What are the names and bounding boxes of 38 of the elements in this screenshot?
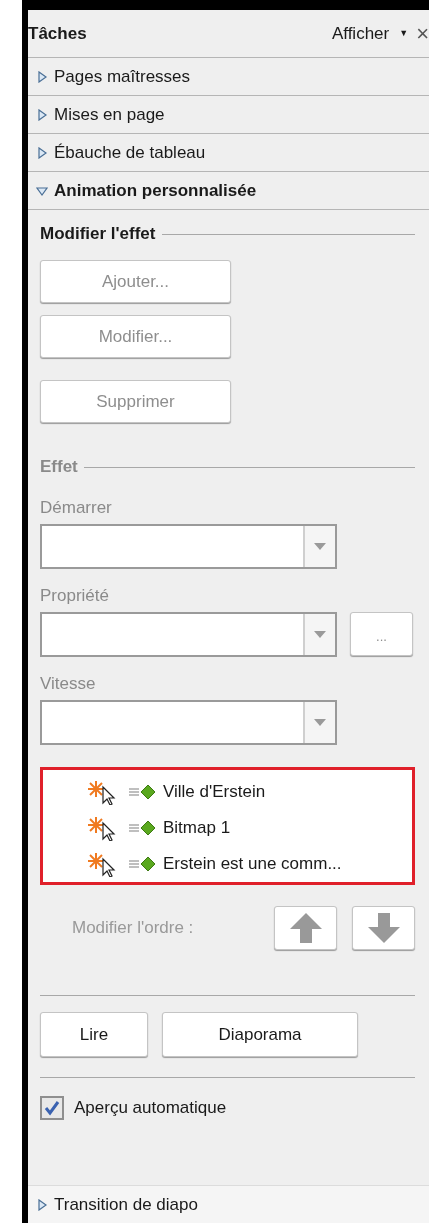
- expand-triangle-icon: [36, 108, 48, 121]
- view-menu-button[interactable]: Afficher ▼: [331, 20, 409, 47]
- section-header[interactable]: Animation personnalisée: [28, 172, 429, 210]
- diamond-icon: [127, 784, 157, 800]
- field-label: Démarrer: [40, 497, 113, 519]
- section-header[interactable]: Mises en page: [28, 96, 429, 134]
- expand-triangle-icon: [36, 70, 48, 83]
- close-button[interactable]: ×: [416, 22, 429, 45]
- expand-triangle-icon: [36, 146, 48, 159]
- panel-title: Tâches: [28, 22, 87, 45]
- down-arrow-icon: [366, 911, 401, 945]
- field-label: Propriété: [40, 585, 110, 607]
- caret-icon: ▼: [399, 26, 409, 41]
- dropdown-arrow-icon: [314, 630, 326, 638]
- section-header[interactable]: Ébauche de tableau: [28, 134, 429, 172]
- section-header[interactable]: Transition de diapo: [28, 1185, 429, 1223]
- checkbox-label: Aperçu automatique: [74, 1097, 227, 1120]
- check-icon: [44, 1100, 60, 1116]
- play-button[interactable]: Lire: [40, 1012, 148, 1057]
- up-arrow-icon: [288, 911, 323, 945]
- dropdown-arrow-icon: [314, 542, 326, 550]
- checkbox[interactable]: [40, 1096, 64, 1120]
- field-label: Vitesse: [40, 673, 97, 695]
- order-label: Modifier l'ordre :: [72, 917, 194, 940]
- collapse-triangle-icon: [36, 184, 48, 197]
- section-header[interactable]: Pages maîtresses: [28, 58, 429, 96]
- move-down-button[interactable]: [352, 906, 415, 950]
- move-up-button[interactable]: [274, 906, 337, 950]
- group-title: Modifier l'effet: [40, 223, 156, 246]
- animation-item[interactable]: Ville d'Erstein: [163, 779, 266, 805]
- diamond-icon: [127, 856, 157, 872]
- dropdown-arrow-icon: [314, 718, 326, 726]
- play-button[interactable]: Diaporama: [162, 1012, 358, 1057]
- diamond-icon: [127, 820, 157, 836]
- expand-triangle-icon: [36, 1198, 48, 1211]
- animation-item[interactable]: Erstein est une comm...: [163, 851, 342, 877]
- animation-item[interactable]: Bitmap 1: [163, 815, 231, 841]
- group-title: Effet: [40, 456, 78, 479]
